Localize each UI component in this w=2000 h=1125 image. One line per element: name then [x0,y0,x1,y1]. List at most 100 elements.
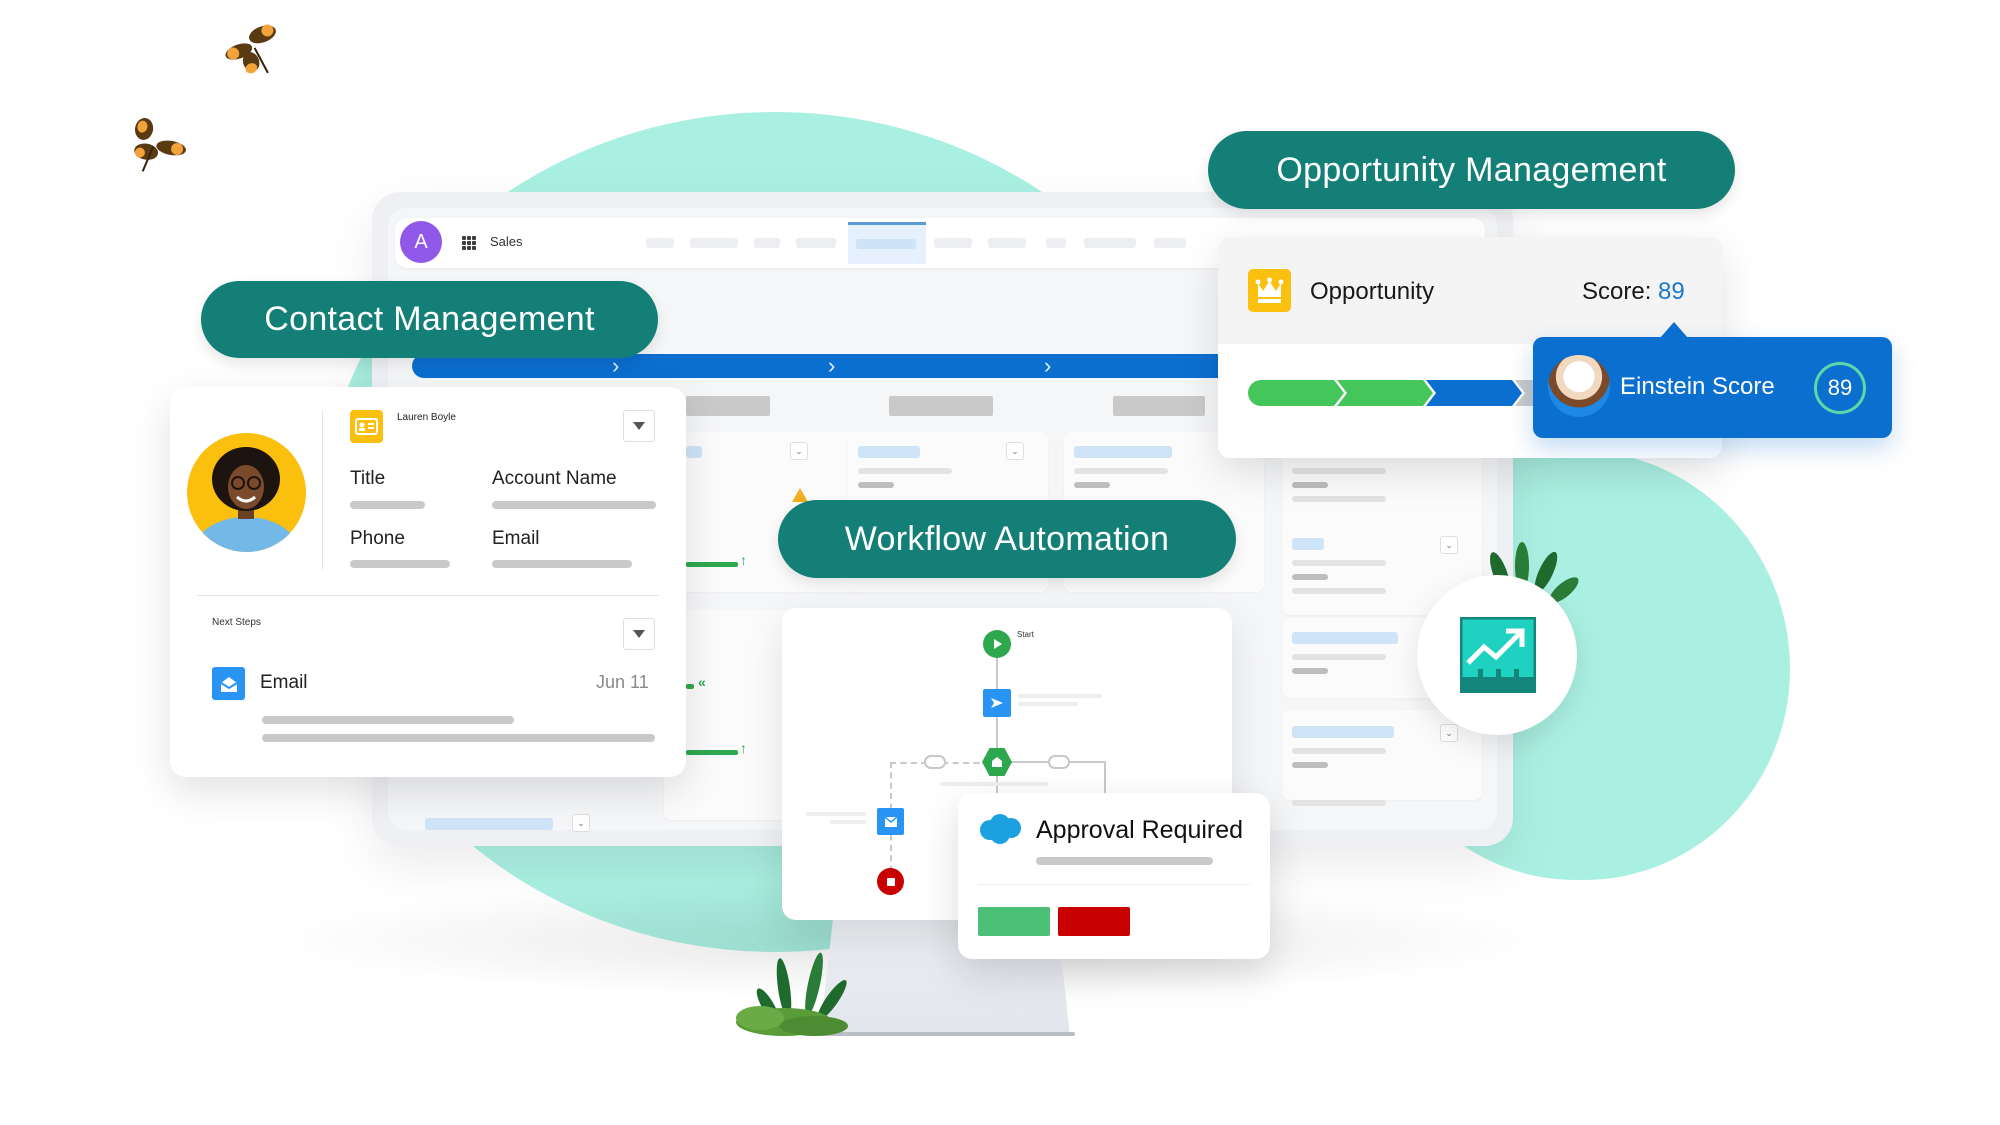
person-avatar-icon [194,447,298,552]
double-chevron-left-icon: « [698,674,706,690]
placeholder-bar [1292,762,1328,768]
placeholder-bar [1292,748,1386,754]
butterfly-icon [225,24,276,74]
nav-tab[interactable] [988,238,1026,248]
next-steps-heading: Next Steps [212,617,261,628]
placeholder-bar [858,482,894,488]
divider [978,884,1250,885]
column-header [889,396,993,416]
flow-start-label: Start [1017,630,1034,639]
placeholder-bar [1292,538,1324,550]
stage-current[interactable] [1426,380,1522,406]
placeholder-bar [1074,446,1172,458]
flow-email-node[interactable] [877,808,904,835]
user-avatar[interactable]: A [400,221,442,263]
label-contact-management: Contact Management [201,281,658,358]
placeholder-bar [1074,468,1168,474]
nav-tab[interactable] [754,238,780,248]
card-menu-button[interactable]: ⌄ [1440,724,1458,742]
placeholder-bar [858,446,920,458]
flow-node-label-placeholder [940,782,1048,786]
reject-button[interactable] [1058,907,1130,936]
einstein-mascot-icon [1548,355,1610,417]
einstein-score-label: Einstein Score [1620,373,1775,400]
score-label: Score: [1582,278,1652,305]
email-task-icon [212,667,245,700]
next-step-item-date: Jun 11 [596,672,649,692]
phone-value-placeholder [350,560,450,568]
app-name: Sales [490,234,523,249]
nav-tab-active[interactable] [848,222,926,264]
stage-complete[interactable] [1248,380,1344,406]
flow-node-label-placeholder [1018,702,1078,706]
flow-node-label-placeholder [806,812,866,816]
field-label-account-name: Account Name [492,468,617,489]
placeholder-bar [1292,654,1386,660]
opportunity-title: Opportunity [1310,278,1435,305]
nav-tab[interactable] [690,238,738,248]
flow-start-node[interactable] [983,630,1011,658]
divider [322,410,323,570]
card-menu-button[interactable]: ⌄ [790,442,808,460]
score-value: 89 [1658,278,1685,305]
contact-menu-dropdown[interactable] [623,410,655,442]
next-step-description-placeholder [262,734,655,742]
warning-icon [792,488,808,502]
column-header [1113,396,1205,416]
contact-photo [187,433,306,552]
next-steps-dropdown[interactable] [623,618,655,650]
placeholder-bar [1292,560,1386,566]
divider [197,595,659,596]
path-chevron-icon: › [828,353,836,378]
placeholder-bar [425,818,553,830]
app-launcher-icon[interactable] [462,236,476,250]
stop-icon [886,877,895,886]
placeholder-bar [1292,632,1398,644]
opportunity-score: Score: 89 [1582,278,1685,306]
email-value-placeholder [492,560,632,568]
plant-bush-icon [736,952,848,1036]
path-chevron-icon: › [612,353,620,378]
card-menu-button[interactable]: ⌄ [1440,536,1458,554]
approve-button[interactable] [978,907,1050,936]
stage-complete[interactable] [1337,380,1433,406]
trend-line [686,562,738,567]
flow-branch-handle[interactable] [1048,755,1070,769]
title-value-placeholder [350,501,425,509]
flow-branch-handle[interactable] [924,755,946,769]
butterfly-icon [134,118,187,172]
next-step-description-placeholder [262,716,514,724]
field-label-phone: Phone [350,528,405,549]
salesforce-cloud-icon [980,814,1021,844]
trending-chart-icon [1460,617,1536,693]
nav-tab[interactable] [934,238,972,248]
nav-tab[interactable] [646,238,674,248]
flow-connector [1104,761,1106,793]
einstein-score-ring: 89 [1814,362,1866,414]
einstein-pointer [1660,322,1688,338]
nav-tab[interactable] [1046,238,1066,248]
play-icon [994,639,1002,649]
placeholder-bar [1292,800,1386,806]
flow-node-label-placeholder [1018,694,1102,698]
placeholder-bar [686,446,702,458]
field-label-email: Email [492,528,540,549]
next-step-item-label[interactable]: Email [260,672,308,694]
contact-card-icon [350,410,383,443]
placeholder-bar [1292,482,1328,488]
send-icon [991,698,1003,708]
column-header [686,396,770,416]
placeholder-bar [1292,468,1386,474]
flow-action-node[interactable] [983,689,1011,717]
card-menu-button[interactable]: ⌄ [1006,442,1024,460]
crown-icon [1248,269,1291,312]
nav-tab[interactable] [796,238,836,248]
flow-stop-node[interactable] [877,868,904,895]
card-menu-button[interactable]: ⌄ [572,814,590,832]
placeholder-bar [1074,482,1110,488]
opportunity-stage-path [1248,380,1538,406]
nav-tab[interactable] [1084,238,1136,248]
placeholder-bar [1292,668,1328,674]
nav-tab[interactable] [1154,238,1186,248]
contact-name: Lauren Boyle [397,412,456,423]
